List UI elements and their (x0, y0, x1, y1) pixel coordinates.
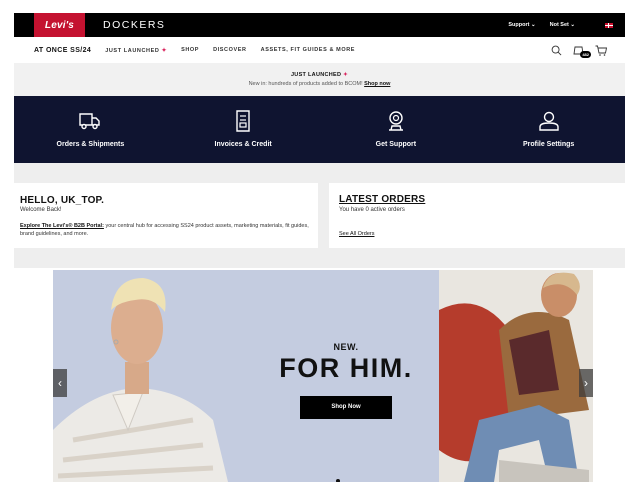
hero-shop-now-button[interactable]: Shop Now (300, 396, 392, 419)
announcement-title-text: JUST LAUNCHED (290, 72, 342, 78)
support-icon (388, 111, 403, 131)
hero-kicker: NEW. (333, 342, 359, 352)
announcement-title: JUST LAUNCHED ✦ (14, 72, 625, 78)
top-bar-right: Support ⌄ Not Set ⌄ (508, 22, 625, 28)
chevron-right-icon: › (584, 376, 588, 390)
welcome-description: Explore The Levi's® B2B Portal: your cen… (20, 222, 310, 238)
user-icon (538, 111, 559, 131)
welcome-card: HELLO, UK_TOP. Welcome Back! Explore The… (14, 183, 318, 248)
chevron-down-icon: ⌄ (570, 22, 575, 28)
support-menu[interactable]: Support ⌄ (508, 22, 535, 28)
latest-orders-card: LATEST ORDERS You have 0 active orders S… (329, 183, 625, 248)
nav-just-launched-label: JUST LAUNCHED (105, 47, 160, 54)
carousel-next-button[interactable]: › (579, 369, 593, 397)
cart-count-badge: 482 (580, 51, 591, 58)
levis-logo[interactable]: Levi's (34, 13, 85, 37)
welcome-heading: HELLO, UK_TOP. (20, 195, 105, 206)
hero-copy: NEW. FOR HIM. Shop Now (253, 342, 439, 419)
portal-page: Levi's DOCKERS Support ⌄ Not Set ⌄ AT ON… (14, 13, 625, 482)
nav-just-launched[interactable]: JUST LAUNCHED ✦ (105, 47, 167, 54)
tile-support-label: Get Support (375, 141, 417, 148)
model-photo-left (53, 270, 253, 482)
active-orders-status: You have 0 active orders (339, 207, 405, 213)
tile-orders-label: Orders & Shipments (56, 141, 125, 148)
tile-orders[interactable]: Orders & Shipments (14, 96, 167, 163)
tile-invoices-label: Invoices & Credit (214, 141, 272, 148)
nav-icons: 482 (551, 44, 607, 58)
nav-at-once[interactable]: AT ONCE SS/24 (34, 47, 91, 54)
hero-banner[interactable]: NEW. FOR HIM. Shop Now (53, 270, 593, 482)
account-label: Not Set (549, 22, 569, 28)
account-menu[interactable]: Not Set ⌄ (550, 22, 575, 28)
page: Levi's DOCKERS Support ⌄ Not Set ⌄ AT ON… (0, 0, 626, 482)
sparkle-icon: ✦ (343, 72, 349, 78)
welcome-subtitle: Welcome Back! (20, 207, 62, 213)
nav-shop[interactable]: SHOP (181, 47, 199, 53)
invoice-icon (236, 110, 250, 132)
nav-assets[interactable]: ASSETS, FIT GUIDES & MORE (261, 47, 355, 53)
shop-now-link[interactable]: Shop now (364, 81, 390, 87)
sparkle-icon: ✦ (161, 47, 168, 54)
hero-headline: FOR HIM. (279, 353, 413, 383)
wishlist-button[interactable]: 482 (572, 44, 591, 58)
model-photo-right (439, 270, 593, 482)
tile-profile[interactable]: Profile Settings (472, 96, 625, 163)
tile-invoices[interactable]: Invoices & Credit (167, 96, 320, 163)
uk-flag-icon[interactable] (605, 22, 613, 28)
cart-icon[interactable] (595, 45, 607, 56)
announcement-text: New in: hundreds of products added to BC… (14, 81, 625, 87)
support-label: Support (508, 22, 530, 28)
see-all-orders-link[interactable]: See All Orders (339, 231, 374, 237)
announcement-bar: JUST LAUNCHED ✦ New in: hundreds of prod… (14, 63, 625, 96)
search-icon[interactable] (551, 45, 562, 56)
announcement-body: New in: hundreds of products added to BC… (248, 81, 363, 87)
chevron-down-icon: ⌄ (531, 22, 536, 28)
main-nav: AT ONCE SS/24 JUST LAUNCHED ✦ SHOP DISCOV… (14, 37, 625, 63)
latest-orders-title[interactable]: LATEST ORDERS (339, 194, 425, 205)
dockers-logo[interactable]: DOCKERS (103, 19, 165, 31)
top-bar: Levi's DOCKERS Support ⌄ Not Set ⌄ (14, 13, 625, 37)
explore-portal-link[interactable]: Explore The Levi's® B2B Portal: (20, 223, 104, 229)
chevron-left-icon: ‹ (58, 376, 62, 390)
tile-profile-label: Profile Settings (522, 141, 575, 148)
quick-links: Orders & Shipments Invoices & Credit Get… (14, 96, 625, 163)
tile-support[interactable]: Get Support (320, 96, 473, 163)
carousel-prev-button[interactable]: ‹ (53, 369, 67, 397)
truck-icon (79, 113, 101, 130)
nav-discover[interactable]: DISCOVER (213, 47, 247, 53)
